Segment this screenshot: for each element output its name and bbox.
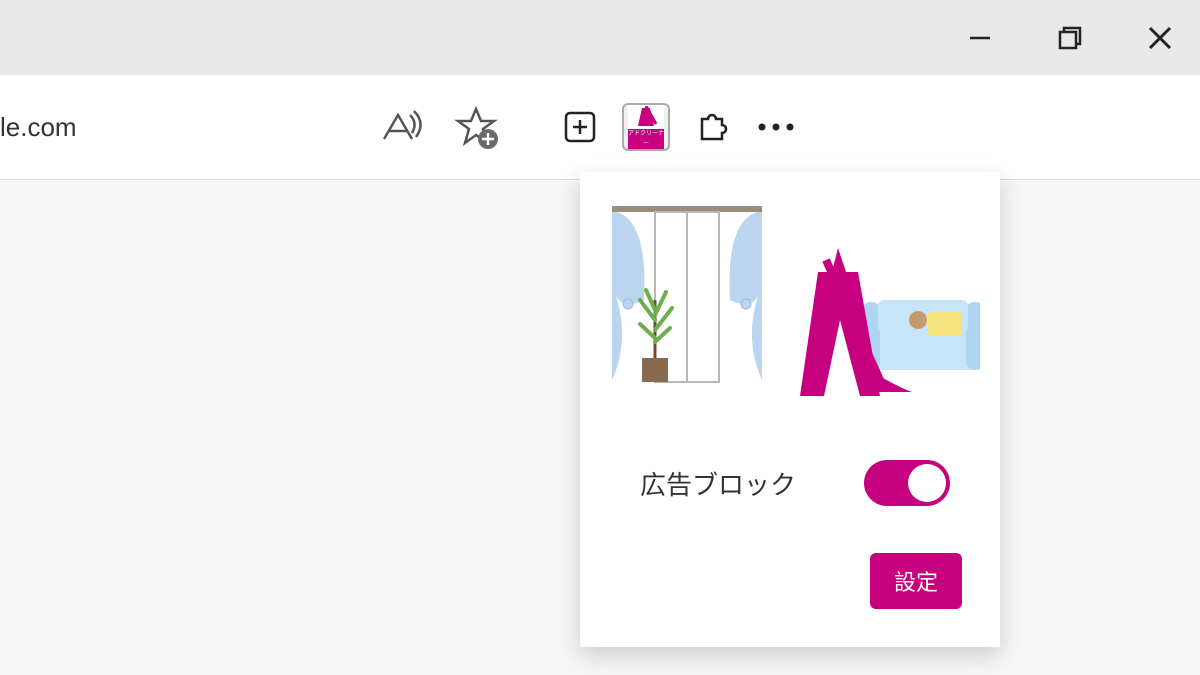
extension-popup: 広告ブロック 設定 <box>580 172 1000 647</box>
extensions-button[interactable] <box>692 107 732 147</box>
toggle-knob <box>908 464 946 502</box>
adblock-toggle-row: 広告ブロック <box>600 460 980 506</box>
collections-button[interactable] <box>560 107 600 147</box>
maximize-icon <box>1056 24 1084 52</box>
more-icon <box>754 117 798 137</box>
minimize-button[interactable] <box>960 18 1000 58</box>
minimize-icon <box>966 24 994 52</box>
favorite-add-button[interactable] <box>452 103 500 151</box>
address-bar[interactable]: le.com <box>0 92 520 162</box>
address-bar-row: le.com <box>0 75 1200 180</box>
window-titlebar <box>0 0 1200 75</box>
read-aloud-icon <box>378 105 422 149</box>
adcleaner-extension-button[interactable]: アドクリーナー <box>622 103 670 151</box>
maximize-button[interactable] <box>1050 18 1090 58</box>
star-plus-icon <box>452 103 500 151</box>
puzzle-icon <box>692 107 732 147</box>
settings-button[interactable]: 設定 <box>870 553 962 609</box>
adblock-toggle[interactable] <box>864 460 950 506</box>
close-icon <box>1145 23 1175 53</box>
adcleaner-extension-icon <box>628 105 664 129</box>
more-button[interactable] <box>754 117 798 137</box>
adcleaner-extension-label: アドクリーナー <box>628 129 664 149</box>
close-button[interactable] <box>1140 18 1180 58</box>
popup-illustration <box>600 200 980 400</box>
url-text: le.com <box>0 112 77 143</box>
read-aloud-button[interactable] <box>378 105 422 149</box>
adblock-toggle-label: 広告ブロック <box>640 465 796 502</box>
toolbar-right: アドクリーナー <box>560 103 798 151</box>
collections-icon <box>560 107 600 147</box>
